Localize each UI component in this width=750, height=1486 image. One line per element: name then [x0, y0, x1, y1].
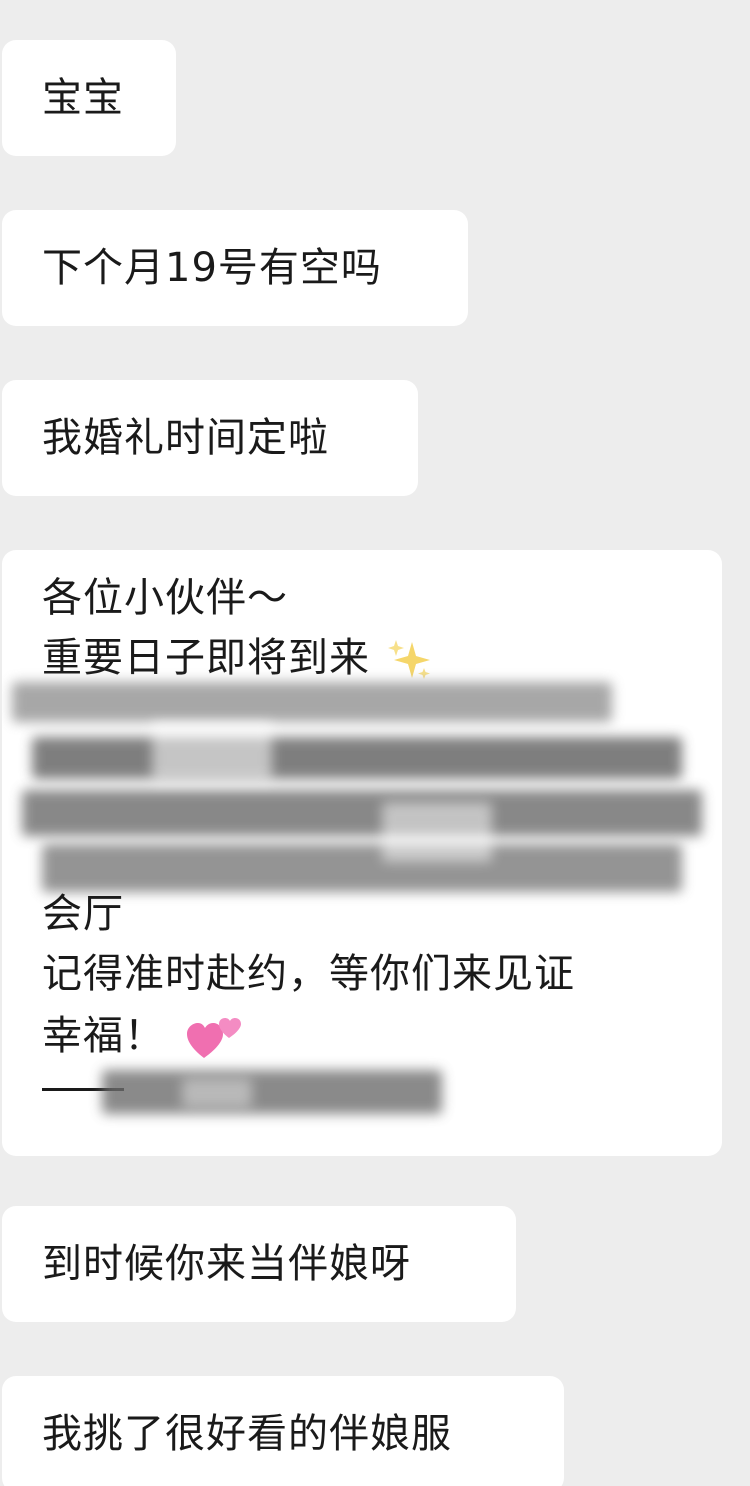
- two-hearts-icon: [186, 1018, 241, 1058]
- invitation-message-bubble[interactable]: 各位小伙伴～ 重要日子即将到来 会厅 记得准时赴约，等你们来见证 幸福！: [2, 550, 722, 1156]
- redaction-mark: [12, 682, 612, 722]
- redacted-region: [102, 1060, 462, 1130]
- redaction-mark: [382, 802, 492, 862]
- redaction-mark: [22, 790, 702, 836]
- invitation-line-with-emoji: 幸福！: [42, 1012, 243, 1064]
- invitation-line: 幸福！: [42, 1013, 165, 1059]
- invitation-line: 会厅: [42, 891, 124, 937]
- chat-thread: 宝宝 下个月19号有空吗 我婚礼时间定啦 各位小伙伴～ 重要日子即将到来 会厅 …: [0, 0, 750, 1486]
- redaction-mark: [32, 737, 682, 779]
- message-text: 我婚礼时间定啦: [42, 415, 329, 461]
- message-text: 下个月19号有空吗: [42, 245, 382, 291]
- message-bubble[interactable]: 下个月19号有空吗: [2, 210, 468, 326]
- invitation-line: 各位小伙伴～: [42, 575, 288, 621]
- message-text: 到时候你来当伴娘呀: [42, 1241, 411, 1287]
- redacted-region: [2, 662, 722, 912]
- message-bubble[interactable]: 到时候你来当伴娘呀: [2, 1206, 516, 1322]
- redaction-mark: [102, 1070, 442, 1114]
- redaction-mark: [182, 1078, 252, 1108]
- message-bubble[interactable]: 我挑了很好看的伴娘服: [2, 1376, 564, 1486]
- redaction-mark: [42, 844, 682, 892]
- message-text: 我挑了很好看的伴娘服: [42, 1411, 452, 1457]
- message-bubble[interactable]: 我婚礼时间定啦: [2, 380, 418, 496]
- message-text: 宝宝: [42, 75, 124, 121]
- redaction-mark: [152, 722, 272, 782]
- invitation-line: 记得准时赴约，等你们来见证: [42, 951, 575, 997]
- message-bubble[interactable]: 宝宝: [2, 40, 176, 156]
